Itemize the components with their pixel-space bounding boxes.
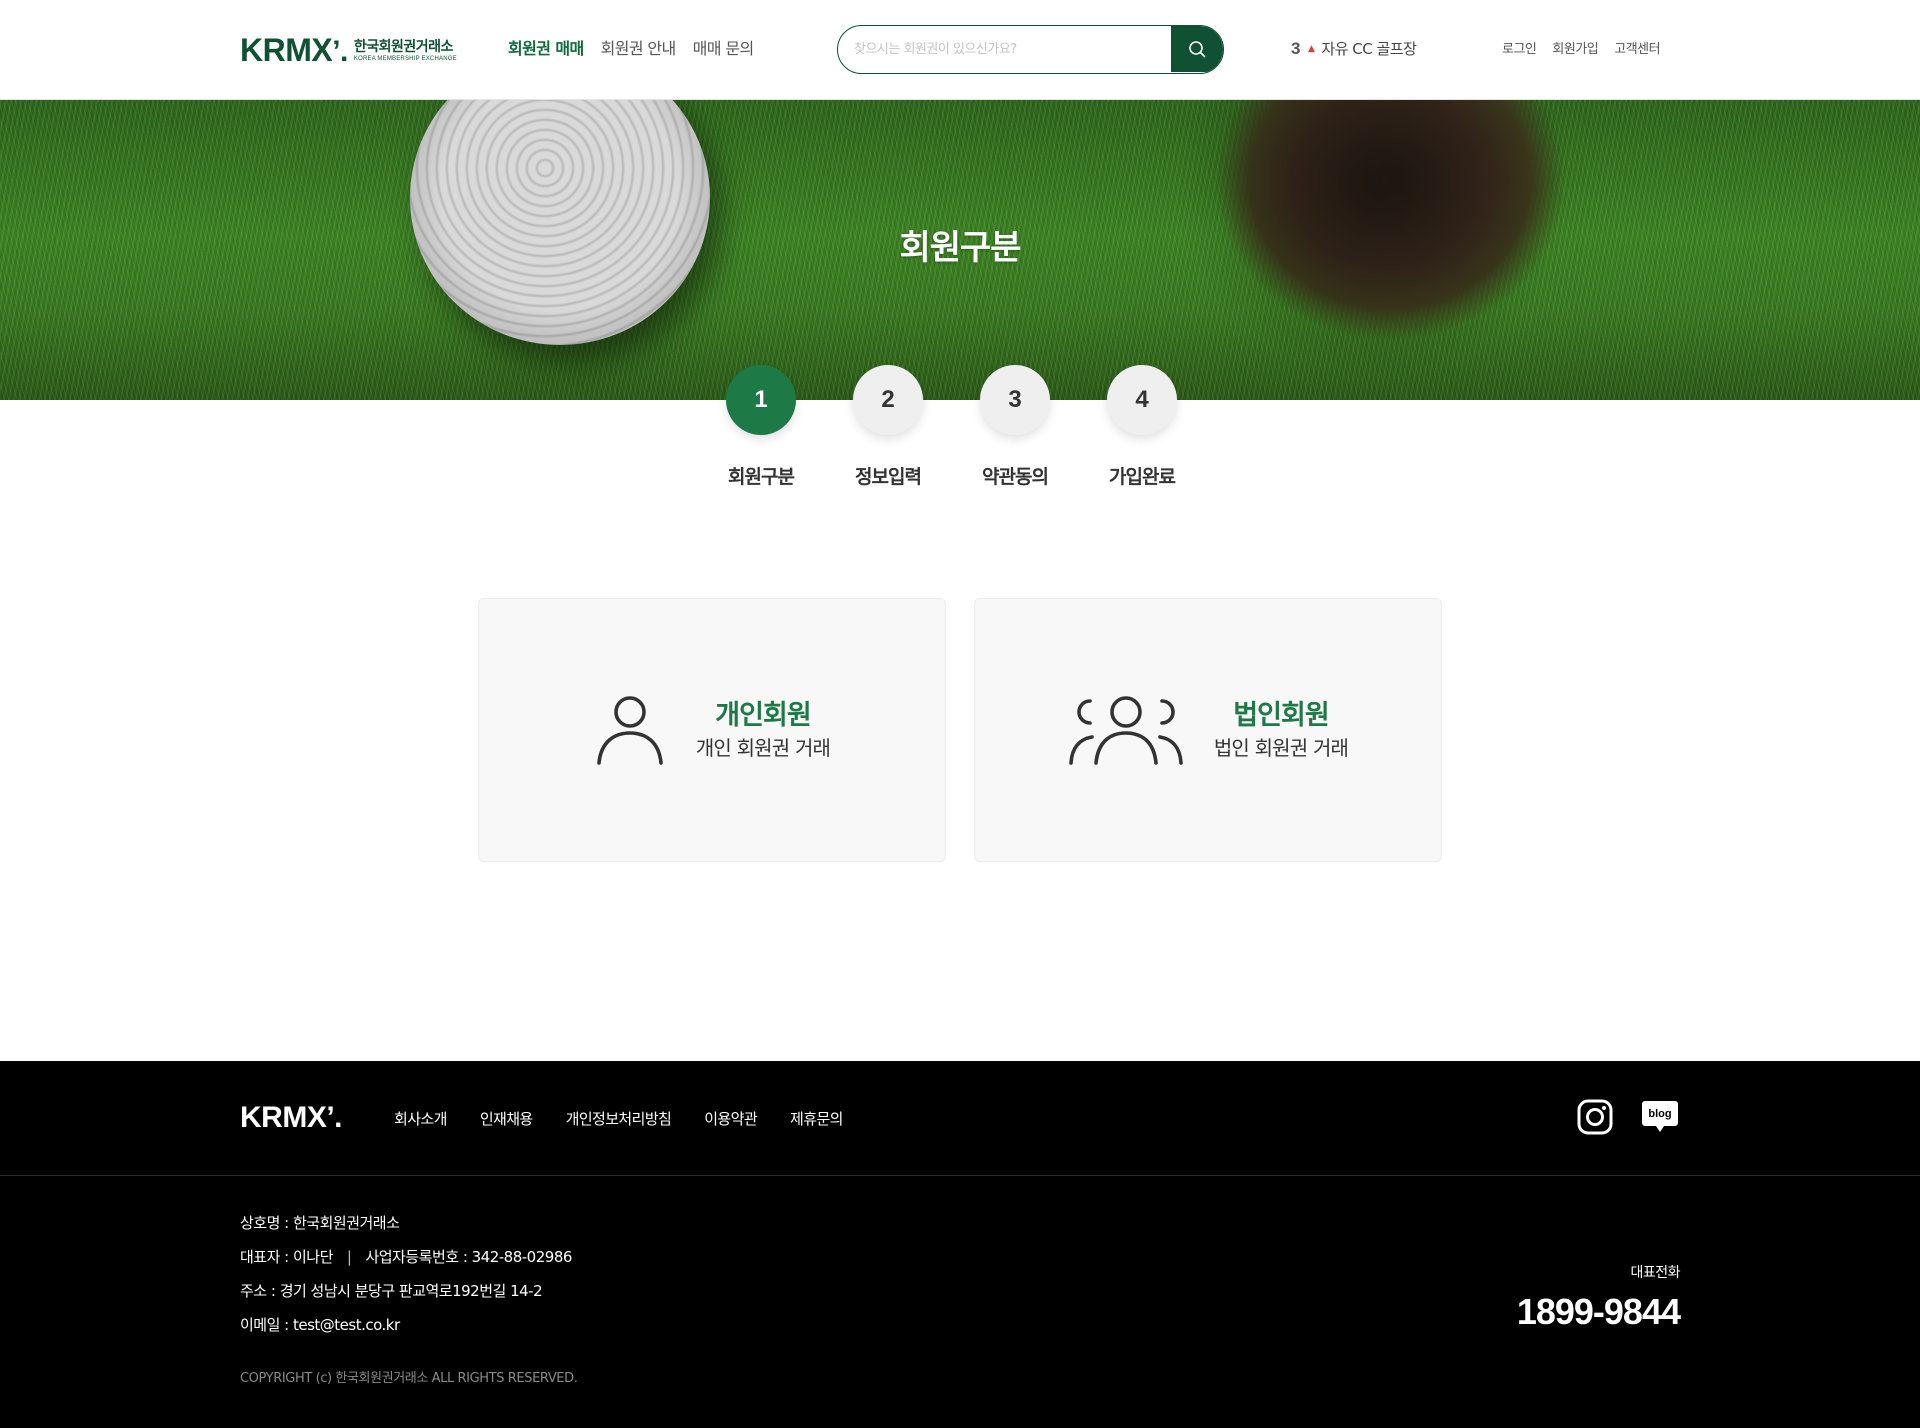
footer-logo[interactable]: KRMX’. [240,1103,343,1133]
company-email: 이메일 : test@test.co.kr [240,1316,400,1334]
search-input[interactable] [838,26,1172,72]
nav-item-guide[interactable]: 회원권 안내 [601,39,677,59]
step-label: 약관동의 [982,466,1049,488]
logo-mark: KRMX’. [240,32,348,68]
signup-steps: 1 회원구분 2 정보입력 3 약관동의 4 가입완료 [726,365,1177,489]
search-icon [1189,41,1206,58]
step-1: 1 회원구분 [726,365,796,489]
business-number: 사업자등록번호 : 342-88-02986 [365,1248,572,1266]
step-number: 1 [726,365,796,435]
step-label: 정보입력 [855,466,922,488]
phone-number[interactable]: 1899-9844 [1517,1290,1681,1334]
signup-link[interactable]: 회원가입 [1552,41,1598,59]
individual-member-card[interactable]: 개인회원 개인 회원권 거래 [478,598,946,862]
login-link[interactable]: 로그인 [1502,41,1537,59]
card-title: 개인회원 [715,700,811,731]
site-footer: KRMX’. 회사소개 인재채용 개인정보처리방침 이용약관 제휴문의 blog [0,1061,1920,1428]
company-info: 상호명 : 한국회원권거래소 대표자 : 이나단 | 사업자등록번호 : 342-8… [240,1213,572,1349]
ceo-name: 대표자 : 이나단 [240,1248,333,1266]
step-number: 3 [980,365,1050,435]
step-label: 회원구분 [728,466,795,488]
golf-ball-image [410,100,710,345]
footer-link-privacy[interactable]: 개인정보처리방침 [566,1109,672,1129]
company-address: 주소 : 경기 성남시 분당구 판교역로192번길 14-2 [240,1282,543,1300]
nav-item-inquiry[interactable]: 매매 문의 [693,39,755,59]
footer-link-terms[interactable]: 이용약관 [704,1109,757,1129]
footer-link-about[interactable]: 회사소개 [394,1109,447,1129]
member-type-selector: 개인회원 개인 회원권 거래 법인회원 법인 회원권 거래 [478,598,1442,862]
logo-korean-name: 한국회원권거래소 [353,38,454,55]
step-3: 3 약관동의 [980,365,1050,489]
blog-icon: blog [1642,1101,1678,1132]
customer-center-link[interactable]: 고객센터 [1614,41,1660,59]
ranking-number: 3 [1291,39,1300,58]
utility-nav: 로그인 회원가입 고객센터 [1502,41,1661,59]
card-title: 법인회원 [1233,700,1329,731]
footer-link-careers[interactable]: 인재채용 [480,1109,533,1129]
step-2: 2 정보입력 [853,365,923,489]
svg-text:blog: blog [1648,1108,1671,1120]
instagram-link[interactable] [1577,1099,1613,1139]
ranking-ticker[interactable]: 3 ▲ 자유 CC 골프장 [1291,39,1417,59]
sns-links: blog [1577,1099,1679,1139]
nav-item-trade[interactable]: 회원권 매매 [508,39,584,59]
rank-up-icon: ▲ [1307,44,1315,54]
hero-banner: 회원구분 [0,100,1920,400]
search-box [837,25,1224,74]
divider: | [346,1248,352,1266]
site-header: KRMX’. 한국회원권거래소 KOREA MEMBERSHIP EXCHANG… [0,0,1920,100]
company-name: 상호명 : 한국회원권거래소 [240,1214,400,1232]
step-number: 4 [1107,365,1177,435]
main-nav: 회원권 매매 회원권 안내 매매 문의 [508,39,754,59]
representative-phone: 대표전화 1899-9844 [1517,1264,1681,1334]
site-logo[interactable]: KRMX’. 한국회원권거래소 KOREA MEMBERSHIP EXCHANG… [240,34,457,68]
group-icon [1069,696,1183,765]
footer-link-partnership[interactable]: 제휴문의 [790,1109,843,1129]
blog-link[interactable]: blog [1641,1099,1679,1139]
card-description: 개인 회원권 거래 [695,736,831,760]
logo-english-name: KOREA MEMBERSHIP EXCHANGE [353,55,457,62]
card-description: 법인 회원권 거래 [1213,736,1349,760]
ranking-name: 자유 CC 골프장 [1321,40,1417,58]
person-icon [597,696,663,765]
instagram-icon [1577,1099,1613,1135]
phone-label: 대표전화 [1630,1265,1680,1281]
step-4: 4 가입완료 [1107,365,1177,489]
corporate-member-card[interactable]: 법인회원 법인 회원권 거래 [974,598,1442,862]
footer-nav: 회사소개 인재채용 개인정보처리방침 이용약관 제휴문의 [394,1109,843,1129]
step-label: 가입완료 [1109,466,1176,488]
search-button[interactable] [1171,26,1223,72]
copyright: COPYRIGHT (c) 한국회원권거래소 ALL RIGHTS RESERV… [240,1371,578,1386]
step-number: 2 [853,365,923,435]
page-title: 회원구분 [899,228,1021,268]
